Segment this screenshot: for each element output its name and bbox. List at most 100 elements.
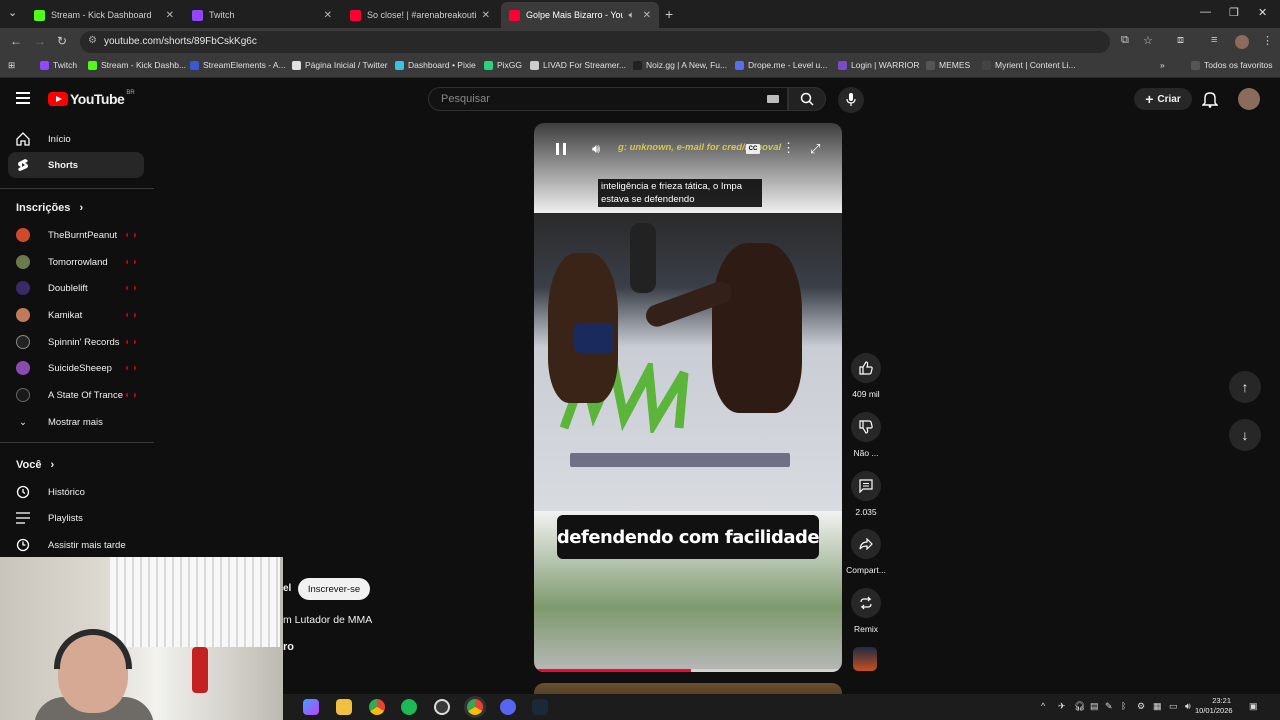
- chevron-right-icon[interactable]: »: [1160, 60, 1165, 70]
- close-icon[interactable]: ✕: [482, 10, 490, 21]
- sidebar-item-channel[interactable]: Spinnin' Records: [8, 329, 144, 355]
- tab-search-icon[interactable]: ⌄: [8, 6, 17, 19]
- menu-icon[interactable]: ⋮: [1262, 34, 1273, 47]
- audio-icon[interactable]: 🔈︎: [629, 10, 635, 21]
- network-icon[interactable]: ▭: [1169, 701, 1178, 712]
- sidebar-item-home[interactable]: Início: [8, 126, 144, 152]
- voice-search-button[interactable]: [838, 87, 864, 113]
- close-icon[interactable]: ✕: [324, 10, 332, 21]
- sidebar-item-channel[interactable]: Kamikat: [8, 302, 144, 328]
- notification-center-icon[interactable]: ▣: [1249, 701, 1258, 712]
- sidebar-item-channel[interactable]: A State Of Trance: [8, 382, 144, 408]
- sidebar-item-history[interactable]: Histórico: [8, 479, 144, 505]
- tray-icon[interactable]: ▦: [1153, 701, 1162, 712]
- profile-avatar[interactable]: [1235, 35, 1249, 49]
- system-clock[interactable]: 23:21 10/01/2026: [1195, 696, 1233, 716]
- menu-icon[interactable]: [16, 92, 30, 104]
- shorts-player[interactable]: 🔊︎ g: unknown, e-mail for cred/removal C…: [534, 123, 842, 672]
- spotify-icon[interactable]: [401, 699, 417, 715]
- discord-icon[interactable]: [500, 699, 516, 715]
- bookmark-warrior[interactable]: Login | WARRIOR: [838, 60, 920, 70]
- reload-icon[interactable]: ↻: [57, 34, 67, 48]
- fullscreen-icon[interactable]: ⤢: [810, 141, 820, 157]
- file-explorer-icon[interactable]: [336, 699, 352, 715]
- bookmark-pixie[interactable]: Dashboard • Pixie: [395, 60, 476, 70]
- copilot-icon[interactable]: [303, 699, 319, 715]
- bookmark-kick[interactable]: Stream - Kick Dashb...: [88, 60, 186, 70]
- you-heading[interactable]: Você ›: [16, 459, 54, 471]
- notifications-icon[interactable]: [1202, 90, 1218, 108]
- remix-button[interactable]: Remix: [845, 588, 887, 634]
- subscriptions-heading[interactable]: Inscrições ›: [16, 202, 83, 214]
- chrome-active-icon[interactable]: [467, 699, 483, 715]
- captions-button[interactable]: CC: [746, 144, 760, 154]
- bookmark-pixgg[interactable]: PixGG: [484, 60, 522, 70]
- search-button[interactable]: [788, 87, 826, 111]
- all-favorites[interactable]: Todos os favoritos: [1191, 60, 1273, 70]
- extensions-icon[interactable]: ⧈: [1177, 34, 1184, 47]
- apps-icon[interactable]: ⊞: [8, 60, 15, 71]
- close-icon[interactable]: ✕: [166, 10, 174, 21]
- more-options-icon[interactable]: ⋮: [782, 140, 795, 156]
- tab-youtube-arena[interactable]: So close! | #arenabreakoutinfini ✕: [342, 2, 498, 28]
- close-window-icon[interactable]: ✕: [1258, 6, 1267, 19]
- share-button[interactable]: Compart...: [845, 529, 887, 575]
- media-control-icon[interactable]: ≡: [1211, 34, 1217, 46]
- back-icon[interactable]: ←: [10, 34, 22, 48]
- progress-bar[interactable]: [534, 669, 842, 672]
- chrome-icon[interactable]: [369, 699, 385, 715]
- bookmark-star-icon[interactable]: ☆: [1143, 34, 1153, 47]
- bookmark-streamelements[interactable]: StreamElements - A...: [190, 60, 286, 70]
- search-input[interactable]: Pesquisar: [428, 87, 788, 111]
- minimize-icon[interactable]: —: [1200, 6, 1211, 18]
- channel-name-fragment[interactable]: el: [283, 583, 291, 594]
- sidebar-item-channel[interactable]: SuicideSheeep: [8, 355, 144, 381]
- obs-icon[interactable]: [434, 699, 450, 715]
- bookmark-twitch[interactable]: Twitch: [40, 60, 77, 70]
- headset-tray-icon[interactable]: 🎧︎: [1074, 701, 1085, 712]
- previous-short-button[interactable]: ↑: [1229, 371, 1261, 403]
- bookmark-memes[interactable]: MEMES: [926, 60, 970, 70]
- bookmark-twitter[interactable]: Página Inicial / Twitter: [292, 60, 388, 70]
- account-avatar[interactable]: [1238, 88, 1260, 110]
- show-more-button[interactable]: ⌄ Mostrar mais: [8, 409, 144, 435]
- pause-button[interactable]: [556, 143, 566, 155]
- next-short-button[interactable]: ↓: [1229, 419, 1261, 451]
- bookmark-livad[interactable]: LIVAD For Streamer...: [530, 60, 626, 70]
- volume-tray-icon[interactable]: 🔊︎: [1185, 701, 1191, 712]
- volume-icon[interactable]: 🔊︎: [592, 141, 600, 157]
- restore-icon[interactable]: ❐: [1229, 6, 1239, 19]
- sidebar-item-channel[interactable]: Doublelift: [8, 275, 144, 301]
- keyboard-icon[interactable]: [767, 95, 779, 103]
- sidebar-item-channel[interactable]: TheBurntPeanut: [8, 222, 144, 248]
- tab-youtube-active[interactable]: Golpe Mais Bizarro - YouTube 🔈︎ ✕: [501, 2, 659, 28]
- tab-twitch[interactable]: Twitch ✕: [184, 2, 340, 28]
- bookmark-noiz[interactable]: Noiz.gg | A New, Fu...: [633, 60, 727, 70]
- tab-kick[interactable]: Stream - Kick Dashboard ✕: [26, 2, 182, 28]
- comments-button[interactable]: 2.035: [845, 471, 887, 517]
- sound-avatar[interactable]: [853, 647, 877, 671]
- forward-icon[interactable]: →: [34, 34, 46, 48]
- sidebar-item-watch-later[interactable]: Assistir mais tarde: [8, 532, 144, 558]
- bookmark-myrient[interactable]: Myrient | Content Li...: [982, 60, 1076, 70]
- sidebar-item-shorts[interactable]: Shorts: [8, 152, 144, 178]
- site-info-icon[interactable]: ⚙: [88, 35, 97, 46]
- tray-chevron-icon[interactable]: ^: [1041, 701, 1045, 711]
- bookmark-drope[interactable]: Drope.me - Level u...: [735, 60, 827, 70]
- address-bar[interactable]: ⚙ youtube.com/shorts/89FbCskKg6c: [80, 31, 1110, 53]
- install-icon[interactable]: ⧉: [1121, 34, 1129, 47]
- tray-icon[interactable]: ⚙: [1137, 701, 1145, 712]
- tray-icon[interactable]: ✈: [1058, 701, 1066, 712]
- steam-icon[interactable]: [532, 699, 548, 715]
- create-button[interactable]: + Criar: [1134, 88, 1192, 110]
- new-tab-icon[interactable]: +: [665, 6, 673, 22]
- like-button[interactable]: 409 mil: [845, 353, 887, 399]
- youtube-logo[interactable]: YouTube BR: [48, 90, 135, 107]
- tray-icon[interactable]: ✎: [1105, 701, 1113, 712]
- subscribe-button[interactable]: Inscrever-se: [298, 578, 370, 600]
- dislike-button[interactable]: Não ...: [845, 412, 887, 458]
- sidebar-item-playlists[interactable]: Playlists: [8, 505, 144, 531]
- bluetooth-icon[interactable]: ᛒ: [1121, 701, 1126, 711]
- tray-icon[interactable]: ▤: [1090, 701, 1099, 712]
- sidebar-item-channel[interactable]: Tomorrowland: [8, 249, 144, 275]
